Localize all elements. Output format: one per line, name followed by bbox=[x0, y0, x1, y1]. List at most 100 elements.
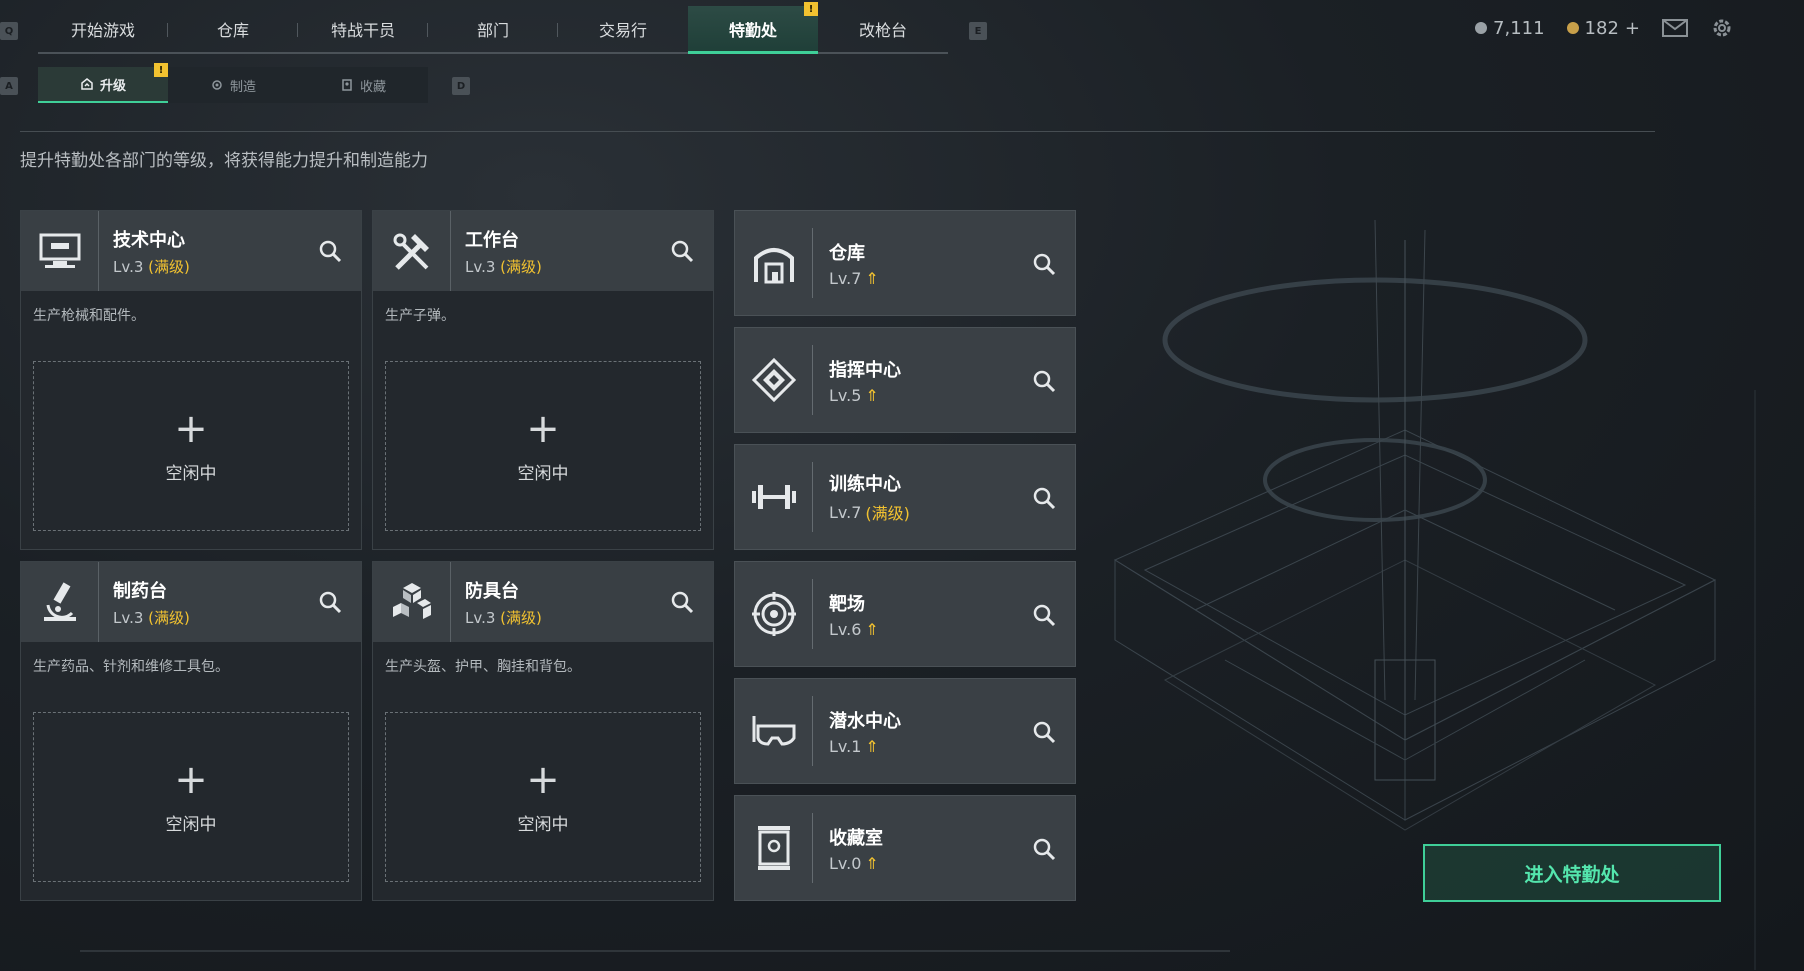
tab-trading[interactable]: 交易行 bbox=[558, 6, 688, 52]
subtab-label: 升级 bbox=[99, 78, 126, 94]
facility-description: 生产药品、针剂和维修工具包。 bbox=[33, 659, 229, 675]
tab-label: 改枪台 bbox=[858, 21, 907, 40]
next-subtab-key[interactable]: D bbox=[452, 77, 470, 95]
facility-level: Lv.3 bbox=[113, 608, 144, 627]
facility-name: 指挥中心 bbox=[829, 359, 901, 381]
facility-level: Lv.6 bbox=[829, 619, 862, 639]
facility-row-command-center[interactable]: 指挥中心 Lv.5 ⇑ bbox=[734, 327, 1076, 433]
card-workbench: 工作台 Lv.3 (满级) 生产子弹。 + 空闲中 bbox=[372, 210, 714, 550]
tab-special-ops[interactable]: 特勤处 ! bbox=[688, 2, 818, 54]
gold-amount: 182 bbox=[1584, 17, 1619, 39]
facility-name: 靶场 bbox=[829, 593, 865, 615]
tab-start-game[interactable]: 开始游戏 bbox=[38, 6, 168, 52]
card-header[interactable]: 防具台 Lv.3 (满级) bbox=[373, 562, 713, 642]
sub-nav: 升级 ! 制造 收藏 bbox=[38, 63, 428, 103]
search-icon[interactable] bbox=[1031, 368, 1057, 394]
subtab-craft[interactable]: 制造 bbox=[168, 67, 298, 103]
facility-name: 制药台 bbox=[113, 580, 167, 602]
prev-subtab-key[interactable]: A bbox=[0, 77, 18, 95]
slot-status: 空闲中 bbox=[517, 814, 569, 835]
enter-special-ops-button[interactable]: 进入特勤处 bbox=[1423, 844, 1721, 902]
upgrade-arrow-icon: ⇑ bbox=[865, 736, 879, 756]
microscope-icon bbox=[21, 562, 99, 642]
facility-description: 生产头盔、护甲、胸挂和背包。 bbox=[385, 659, 581, 675]
subtab-label: 制造 bbox=[229, 79, 256, 95]
production-slot[interactable]: + 空闲中 bbox=[33, 712, 349, 882]
gold-currency[interactable]: 182 + bbox=[1566, 17, 1640, 39]
add-icon: + bbox=[174, 405, 208, 452]
production-slot[interactable]: + 空闲中 bbox=[33, 361, 349, 531]
facility-row-shooting-range[interactable]: 靶场 Lv.6 ⇑ bbox=[734, 561, 1076, 667]
craft-icon bbox=[212, 80, 222, 90]
max-level-label: (满级) bbox=[500, 608, 542, 627]
silver-coin-icon bbox=[1475, 22, 1488, 34]
production-slot[interactable]: + 空闲中 bbox=[385, 712, 701, 882]
search-icon[interactable] bbox=[669, 238, 695, 264]
card-header[interactable]: 技术中心 Lv.3 (满级) bbox=[21, 211, 361, 291]
search-icon[interactable] bbox=[317, 589, 343, 615]
subtab-upgrade[interactable]: 升级 ! bbox=[38, 63, 168, 103]
search-icon[interactable] bbox=[317, 238, 343, 264]
computer-icon bbox=[21, 211, 99, 291]
facility-row-diving-center[interactable]: 潜水中心 Lv.1 ⇑ bbox=[734, 678, 1076, 784]
search-icon[interactable] bbox=[1031, 602, 1057, 628]
silver-amount: 7,111 bbox=[1493, 17, 1545, 39]
add-gold-button[interactable]: + bbox=[1625, 18, 1640, 39]
add-icon: + bbox=[526, 756, 560, 803]
add-icon: + bbox=[174, 756, 208, 803]
search-icon[interactable] bbox=[1031, 719, 1057, 745]
facility-name: 技术中心 bbox=[113, 229, 185, 251]
card-tech-center: 技术中心 Lv.3 (满级) 生产枪械和配件。 + 空闲中 bbox=[20, 210, 362, 550]
gold-coin-icon bbox=[1566, 22, 1579, 34]
card-header[interactable]: 工作台 Lv.3 (满级) bbox=[373, 211, 713, 291]
card-header[interactable]: 制药台 Lv.3 (满级) bbox=[21, 562, 361, 642]
search-icon[interactable] bbox=[1031, 485, 1057, 511]
facility-row-collection-room[interactable]: 收藏室 Lv.0 ⇑ bbox=[734, 795, 1076, 901]
warehouse-icon bbox=[735, 228, 813, 298]
tab-label: 交易行 bbox=[598, 21, 647, 40]
dumbbell-icon bbox=[735, 462, 813, 532]
facility-name: 收藏室 bbox=[829, 827, 883, 849]
subtab-collection[interactable]: 收藏 bbox=[298, 67, 428, 103]
facility-level: Lv.3 bbox=[113, 257, 144, 276]
tab-label: 特勤处 bbox=[728, 21, 777, 40]
facility-name: 工作台 bbox=[465, 229, 519, 251]
facility-name: 潜水中心 bbox=[829, 710, 901, 732]
target-icon bbox=[735, 579, 813, 649]
bottom-status-bar bbox=[80, 950, 1230, 952]
facility-level: Lv.7 bbox=[829, 268, 862, 288]
upgrade-arrow-icon: ⇑ bbox=[865, 619, 879, 639]
facility-name: 训练中心 bbox=[829, 474, 901, 495]
search-icon[interactable] bbox=[1031, 836, 1057, 862]
search-icon[interactable] bbox=[669, 589, 695, 615]
alert-badge: ! bbox=[154, 63, 168, 77]
facility-level: Lv.7 bbox=[829, 502, 862, 522]
tab-warehouse[interactable]: 仓库 bbox=[168, 6, 298, 52]
trophy-case-icon bbox=[735, 813, 813, 883]
tab-departments[interactable]: 部门 bbox=[428, 6, 558, 52]
production-slot[interactable]: + 空闲中 bbox=[385, 361, 701, 531]
search-icon[interactable] bbox=[1031, 251, 1057, 277]
silver-currency: 7,111 bbox=[1475, 18, 1545, 39]
facility-level: Lv.0 bbox=[829, 853, 862, 873]
facility-name: 仓库 bbox=[829, 242, 865, 264]
facility-description: 生产枪械和配件。 bbox=[33, 308, 145, 324]
upgrade-icon bbox=[81, 78, 93, 90]
tab-label: 开始游戏 bbox=[70, 21, 135, 40]
page-description: 提升特勤处各部门的等级，将获得能力提升和制造能力 bbox=[20, 151, 428, 171]
tab-label: 部门 bbox=[476, 21, 509, 40]
next-tab-key[interactable]: E bbox=[969, 22, 987, 40]
mail-icon[interactable] bbox=[1662, 19, 1688, 37]
facility-row-training-center[interactable]: 训练中心 Lv.7 (满级) bbox=[734, 444, 1076, 550]
settings-gear-icon[interactable] bbox=[1710, 16, 1734, 40]
tab-operators[interactable]: 特战干员 bbox=[298, 6, 428, 52]
command-icon bbox=[735, 345, 813, 415]
slot-status: 空闲中 bbox=[517, 463, 569, 484]
tab-gunsmith[interactable]: 改枪台 bbox=[818, 6, 948, 52]
max-level-label: (满级) bbox=[148, 257, 190, 276]
facility-row-warehouse[interactable]: 仓库 Lv.7 ⇑ bbox=[734, 210, 1076, 316]
collection-icon bbox=[342, 79, 352, 91]
prev-tab-key[interactable]: Q bbox=[0, 22, 18, 40]
cubes-icon bbox=[373, 562, 451, 642]
slot-status: 空闲中 bbox=[165, 814, 217, 835]
